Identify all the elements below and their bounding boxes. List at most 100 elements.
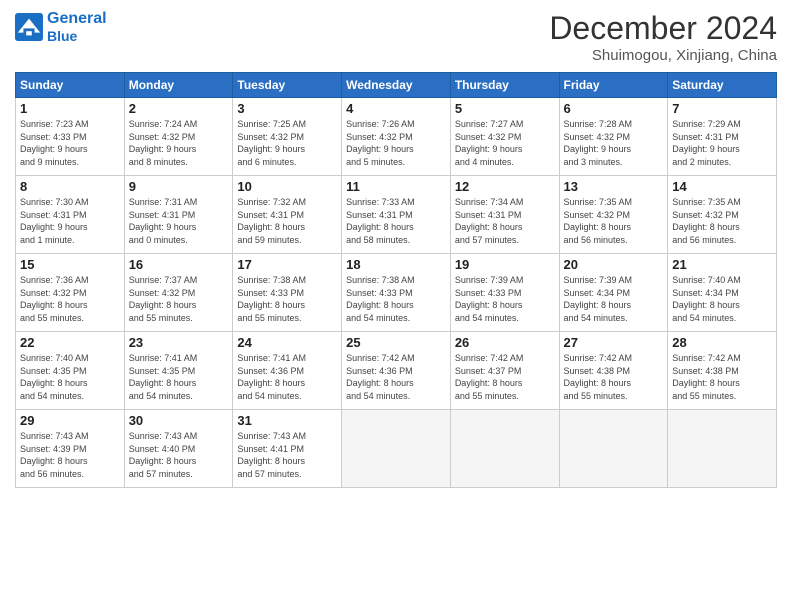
day-info: Sunrise: 7:33 AM Sunset: 4:31 PM Dayligh… (346, 196, 446, 246)
weekday-header-row: SundayMondayTuesdayWednesdayThursdayFrid… (16, 73, 777, 98)
calendar-cell: 13 Sunrise: 7:35 AM Sunset: 4:32 PM Dayli… (559, 176, 668, 254)
day-number: 5 (455, 101, 555, 116)
day-info: Sunrise: 7:41 AM Sunset: 4:36 PM Dayligh… (237, 352, 337, 402)
calendar-cell: 9 Sunrise: 7:31 AM Sunset: 4:31 PM Daylig… (124, 176, 233, 254)
day-info: Sunrise: 7:34 AM Sunset: 4:31 PM Dayligh… (455, 196, 555, 246)
day-info: Sunrise: 7:25 AM Sunset: 4:32 PM Dayligh… (237, 118, 337, 168)
day-number: 16 (129, 257, 229, 272)
day-number: 14 (672, 179, 772, 194)
day-number: 12 (455, 179, 555, 194)
day-info: Sunrise: 7:27 AM Sunset: 4:32 PM Dayligh… (455, 118, 555, 168)
weekday-header-friday: Friday (559, 73, 668, 98)
day-info: Sunrise: 7:23 AM Sunset: 4:33 PM Dayligh… (20, 118, 120, 168)
calendar-cell: 17 Sunrise: 7:38 AM Sunset: 4:33 PM Dayli… (233, 254, 342, 332)
day-info: Sunrise: 7:38 AM Sunset: 4:33 PM Dayligh… (237, 274, 337, 324)
calendar-cell: 26Sunrise: 7:42 AM Sunset: 4:37 PM Dayli… (450, 332, 559, 410)
day-info: Sunrise: 7:38 AM Sunset: 4:33 PM Dayligh… (346, 274, 446, 324)
day-info: Sunrise: 7:43 AM Sunset: 4:40 PM Dayligh… (129, 430, 229, 480)
day-number: 17 (237, 257, 337, 272)
calendar-cell: 5 Sunrise: 7:27 AM Sunset: 4:32 PM Daylig… (450, 98, 559, 176)
day-info: Sunrise: 7:42 AM Sunset: 4:38 PM Dayligh… (672, 352, 772, 402)
day-number: 7 (672, 101, 772, 116)
day-number: 19 (455, 257, 555, 272)
calendar-cell: 18 Sunrise: 7:38 AM Sunset: 4:33 PM Dayli… (342, 254, 451, 332)
day-info: Sunrise: 7:30 AM Sunset: 4:31 PM Dayligh… (20, 196, 120, 246)
day-number: 22 (20, 335, 120, 350)
weekday-header-sunday: Sunday (16, 73, 125, 98)
calendar-table: SundayMondayTuesdayWednesdayThursdayFrid… (15, 72, 777, 488)
logo-icon (15, 13, 43, 41)
day-number: 2 (129, 101, 229, 116)
day-number: 18 (346, 257, 446, 272)
weekday-header-tuesday: Tuesday (233, 73, 342, 98)
weekday-header-saturday: Saturday (668, 73, 777, 98)
day-info: Sunrise: 7:29 AM Sunset: 4:31 PM Dayligh… (672, 118, 772, 168)
calendar-cell: 31Sunrise: 7:43 AM Sunset: 4:41 PM Dayli… (233, 410, 342, 488)
header: General Blue December 2024 Shuimogou, Xi… (15, 10, 777, 64)
day-info: Sunrise: 7:32 AM Sunset: 4:31 PM Dayligh… (237, 196, 337, 246)
day-info: Sunrise: 7:36 AM Sunset: 4:32 PM Dayligh… (20, 274, 120, 324)
calendar-cell (668, 410, 777, 488)
day-number: 23 (129, 335, 229, 350)
day-number: 1 (20, 101, 120, 116)
calendar-container: General Blue December 2024 Shuimogou, Xi… (0, 0, 792, 498)
day-number: 6 (564, 101, 664, 116)
calendar-cell: 25Sunrise: 7:42 AM Sunset: 4:36 PM Dayli… (342, 332, 451, 410)
calendar-cell (450, 410, 559, 488)
day-info: Sunrise: 7:31 AM Sunset: 4:31 PM Dayligh… (129, 196, 229, 246)
day-info: Sunrise: 7:43 AM Sunset: 4:39 PM Dayligh… (20, 430, 120, 480)
day-number: 10 (237, 179, 337, 194)
week-row-1: 1 Sunrise: 7:23 AM Sunset: 4:33 PM Daylig… (16, 98, 777, 176)
calendar-cell: 1 Sunrise: 7:23 AM Sunset: 4:33 PM Daylig… (16, 98, 125, 176)
calendar-cell: 22 Sunrise: 7:40 AM Sunset: 4:35 PM Dayli… (16, 332, 125, 410)
day-info: Sunrise: 7:42 AM Sunset: 4:36 PM Dayligh… (346, 352, 446, 402)
day-info: Sunrise: 7:39 AM Sunset: 4:33 PM Dayligh… (455, 274, 555, 324)
day-number: 29 (20, 413, 120, 428)
calendar-cell: 11 Sunrise: 7:33 AM Sunset: 4:31 PM Dayli… (342, 176, 451, 254)
weekday-header-monday: Monday (124, 73, 233, 98)
calendar-cell: 2Sunrise: 7:24 AM Sunset: 4:32 PM Daylig… (124, 98, 233, 176)
calendar-cell: 6Sunrise: 7:28 AM Sunset: 4:32 PM Daylig… (559, 98, 668, 176)
day-info: Sunrise: 7:41 AM Sunset: 4:35 PM Dayligh… (129, 352, 229, 402)
day-info: Sunrise: 7:40 AM Sunset: 4:35 PM Dayligh… (20, 352, 120, 402)
day-number: 27 (564, 335, 664, 350)
calendar-cell: 14Sunrise: 7:35 AM Sunset: 4:32 PM Dayli… (668, 176, 777, 254)
calendar-cell: 23 Sunrise: 7:41 AM Sunset: 4:35 PM Dayli… (124, 332, 233, 410)
day-number: 26 (455, 335, 555, 350)
calendar-cell (342, 410, 451, 488)
day-number: 11 (346, 179, 446, 194)
calendar-cell: 29 Sunrise: 7:43 AM Sunset: 4:39 PM Dayli… (16, 410, 125, 488)
day-info: Sunrise: 7:37 AM Sunset: 4:32 PM Dayligh… (129, 274, 229, 324)
calendar-cell (559, 410, 668, 488)
day-number: 8 (20, 179, 120, 194)
day-number: 28 (672, 335, 772, 350)
day-number: 9 (129, 179, 229, 194)
day-number: 13 (564, 179, 664, 194)
calendar-cell: 20 Sunrise: 7:39 AM Sunset: 4:34 PM Dayli… (559, 254, 668, 332)
month-title: December 2024 (549, 10, 777, 47)
day-info: Sunrise: 7:35 AM Sunset: 4:32 PM Dayligh… (564, 196, 664, 246)
day-info: Sunrise: 7:26 AM Sunset: 4:32 PM Dayligh… (346, 118, 446, 168)
calendar-cell: 24Sunrise: 7:41 AM Sunset: 4:36 PM Dayli… (233, 332, 342, 410)
calendar-cell: 4 Sunrise: 7:26 AM Sunset: 4:32 PM Daylig… (342, 98, 451, 176)
calendar-cell: 3 Sunrise: 7:25 AM Sunset: 4:32 PM Daylig… (233, 98, 342, 176)
calendar-cell: 12 Sunrise: 7:34 AM Sunset: 4:31 PM Dayli… (450, 176, 559, 254)
calendar-cell: 21Sunrise: 7:40 AM Sunset: 4:34 PM Dayli… (668, 254, 777, 332)
calendar-cell: 16 Sunrise: 7:37 AM Sunset: 4:32 PM Dayli… (124, 254, 233, 332)
calendar-cell: 7 Sunrise: 7:29 AM Sunset: 4:31 PM Daylig… (668, 98, 777, 176)
day-number: 31 (237, 413, 337, 428)
week-row-2: 8 Sunrise: 7:30 AM Sunset: 4:31 PM Daylig… (16, 176, 777, 254)
calendar-cell: 15Sunrise: 7:36 AM Sunset: 4:32 PM Dayli… (16, 254, 125, 332)
day-info: Sunrise: 7:42 AM Sunset: 4:38 PM Dayligh… (564, 352, 664, 402)
day-number: 20 (564, 257, 664, 272)
day-number: 4 (346, 101, 446, 116)
location-subtitle: Shuimogou, Xinjiang, China (549, 47, 777, 64)
day-number: 3 (237, 101, 337, 116)
calendar-cell: 19 Sunrise: 7:39 AM Sunset: 4:33 PM Dayli… (450, 254, 559, 332)
day-info: Sunrise: 7:39 AM Sunset: 4:34 PM Dayligh… (564, 274, 664, 324)
calendar-cell: 28 Sunrise: 7:42 AM Sunset: 4:38 PM Dayli… (668, 332, 777, 410)
logo: General Blue (15, 10, 107, 44)
day-number: 30 (129, 413, 229, 428)
logo-text: General Blue (47, 10, 107, 44)
week-row-5: 29 Sunrise: 7:43 AM Sunset: 4:39 PM Dayli… (16, 410, 777, 488)
